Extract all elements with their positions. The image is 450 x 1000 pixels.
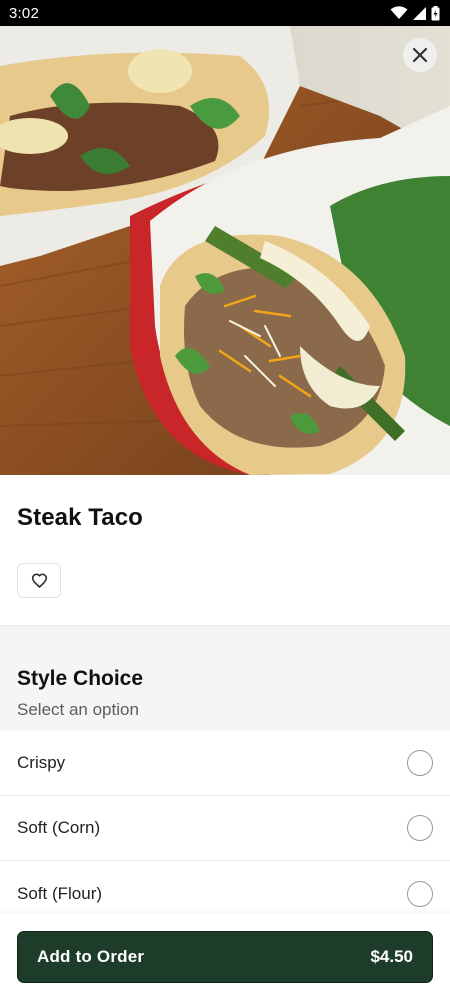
radio-button[interactable]	[407, 750, 433, 776]
close-button[interactable]	[403, 38, 437, 72]
radio-button[interactable]	[407, 880, 433, 907]
option-crispy[interactable]: Crispy	[0, 731, 450, 796]
favorite-button[interactable]	[17, 563, 61, 598]
add-to-order-label: Add to Order	[37, 947, 145, 966]
status-bar: 3:02	[0, 0, 450, 26]
add-to-order-button[interactable]: Add to Order $4.50	[17, 931, 433, 983]
close-icon	[412, 47, 428, 63]
option-label: Soft (Flour)	[17, 883, 103, 903]
bottom-action-bar: Add to Order $4.50	[0, 914, 450, 1000]
option-group-title: Style Choice	[17, 667, 144, 690]
item-title: Steak Taco	[17, 504, 143, 531]
status-time: 3:02	[9, 4, 39, 22]
option-soft-corn[interactable]: Soft (Corn)	[0, 796, 450, 861]
wifi-icon	[390, 6, 408, 19]
radio-button[interactable]	[407, 815, 433, 841]
option-group-subtitle: Select an option	[17, 700, 139, 719]
status-icons	[390, 5, 440, 21]
option-list: Crispy Soft (Corn) Soft (Flour)	[0, 731, 450, 926]
option-group-header: Style Choice Select an option	[0, 625, 450, 731]
option-label: Crispy	[17, 753, 66, 772]
taco-illustration	[0, 26, 450, 475]
heart-icon	[31, 573, 47, 588]
order-price: $4.50	[370, 947, 413, 966]
battery-icon	[431, 5, 440, 20]
option-label: Soft (Corn)	[17, 818, 101, 837]
item-photo	[0, 26, 450, 475]
signal-icon	[413, 6, 426, 20]
item-header: Steak Taco	[0, 475, 450, 625]
